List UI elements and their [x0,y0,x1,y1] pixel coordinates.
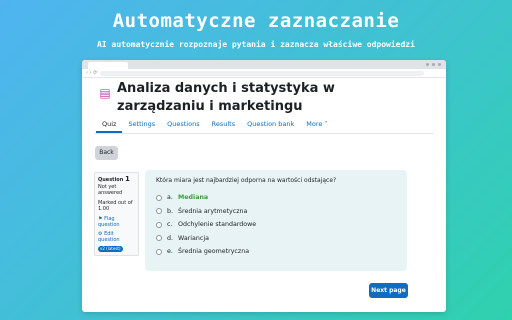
radio-button[interactable] [156,221,162,228]
question-number-value: 1 [125,175,130,183]
window-controls[interactable] [426,63,441,66]
flag-icon: ⚑ [98,215,103,222]
radio-button[interactable] [156,248,162,255]
page-title: Analiza danych i statystyka w zarządzani… [117,81,335,114]
version-badge: v2 (latest) [98,245,123,252]
question-card: Która miara jest najbardziej odporna na … [145,170,407,271]
tab-more[interactable]: More ˅ [300,119,333,133]
tab-questions[interactable]: Questions [161,119,205,133]
question-text: Która miara jest najbardziej odporna na … [156,177,337,184]
tab-quiz[interactable]: Quiz [96,119,123,133]
question-status: Not yet answered [98,183,123,197]
option-text: Mediana [178,194,209,202]
course-header: ▤ Analiza danych i statystyka w zarządza… [98,80,428,116]
answer-option-d[interactable]: d. Wariancja [156,232,396,246]
option-text: Odchylenie standardowe [178,221,257,229]
option-letter: b. [167,207,173,215]
secondary-nav: Quiz Settings Questions Results Question… [96,119,334,133]
option-letter: e. [167,248,173,256]
question-number: Question 1 [98,176,135,184]
browser-tab-bar [82,60,446,69]
promo-subtitle: AI automatycznie rozpoznaje pytania i za… [97,40,415,49]
browser-window: ‹ › ⟳ ▤ Analiza danych i statystyka w za… [82,60,446,312]
option-letter: a. [167,194,173,202]
gear-icon: ⚙ [98,230,103,237]
radio-button[interactable] [156,235,162,242]
flag-question-label: Flag question [98,215,120,229]
promo-title: Automatyczne zaznaczanie [112,10,400,32]
question-label: Question [98,177,124,183]
back-button[interactable]: Back [95,146,118,160]
quiz-icon: ▤ [99,86,111,100]
address-bar[interactable] [100,71,424,76]
answer-option-a[interactable]: a. Mediana [156,191,396,205]
question-marks: Marked out of 1.00 [98,199,133,213]
radio-button[interactable] [156,208,162,215]
tabs-divider [94,133,434,134]
option-letter: d. [167,234,173,242]
flag-question-link[interactable]: ⚑ Flag question [98,216,135,229]
address-row: ‹ › ⟳ [82,69,446,78]
answer-option-c[interactable]: c. Odchylenie standardowe [156,218,396,232]
nav-arrows-icon[interactable]: ‹ › ⟳ [86,70,97,76]
edit-question-link[interactable]: ⚙ Edit question [98,231,135,244]
option-text: Średnia arytmetyczna [178,207,248,215]
edit-question-label: Edit question [98,230,120,244]
next-page-button[interactable]: Next page [369,283,408,298]
question-info-panel: Question 1 Not yet answered Marked out o… [94,172,139,256]
answer-option-b[interactable]: b. Średnia arytmetyczna [156,205,396,219]
browser-tab[interactable] [88,62,128,69]
tab-results[interactable]: Results [206,119,241,133]
option-text: Średnia geometryczna [178,248,250,256]
answer-option-e[interactable]: e. Średnia geometryczna [156,245,396,259]
option-text: Wariancja [178,234,209,242]
option-letter: c. [167,221,173,229]
radio-button[interactable] [156,194,162,201]
tab-question-bank[interactable]: Question bank [241,119,300,133]
tab-settings[interactable]: Settings [122,119,161,133]
